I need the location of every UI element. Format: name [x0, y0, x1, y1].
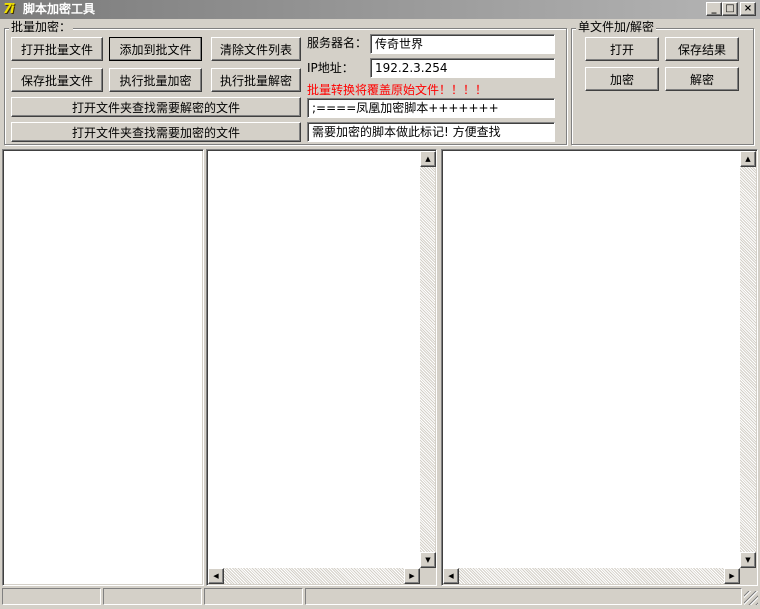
status-pane-2: [103, 588, 202, 605]
resize-grip-icon[interactable]: [744, 591, 758, 605]
arrow-down-icon: ▼: [745, 555, 751, 564]
status-pane-3: [204, 588, 303, 605]
server-name-label: 服务器名：: [307, 36, 368, 50]
clear-file-list-button[interactable]: 清除文件列表: [211, 37, 301, 61]
arrow-up-icon: ▲: [745, 154, 751, 163]
run-batch-encrypt-button[interactable]: 执行批量加密: [109, 68, 202, 92]
result-text-panel[interactable]: [441, 149, 758, 586]
result-scroll-left-button[interactable]: ◀: [443, 568, 459, 584]
arrow-left-icon: ◀: [448, 571, 454, 580]
status-pane-1: [2, 588, 101, 605]
result-horizontal-scrollbar[interactable]: [443, 568, 740, 584]
find-files-to-decrypt-button[interactable]: 打开文件夹查找需要解密的文件: [11, 97, 301, 117]
source-vertical-scrollbar[interactable]: [420, 151, 435, 568]
source-scroll-left-button[interactable]: ◀: [208, 568, 224, 584]
find-files-to-encrypt-button[interactable]: 打开文件夹查找需要加密的文件: [11, 122, 301, 142]
save-result-button[interactable]: 保存结果: [665, 37, 739, 61]
file-list-panel[interactable]: [2, 149, 204, 586]
close-button[interactable]: ×: [740, 2, 756, 16]
single-encrypt-button[interactable]: 加密: [585, 67, 659, 91]
result-scroll-right-button[interactable]: ▶: [724, 568, 740, 584]
result-scroll-corner: [740, 568, 756, 584]
source-scroll-right-button[interactable]: ▶: [404, 568, 420, 584]
title-bar[interactable]: [0, 0, 760, 19]
maximize-button[interactable]: □: [722, 2, 738, 16]
run-batch-decrypt-button[interactable]: 执行批量解密: [211, 68, 301, 92]
status-pane-4: [305, 588, 742, 605]
save-batch-file-button[interactable]: 保存批量文件: [11, 68, 103, 92]
window-title: 脚本加密工具: [23, 2, 96, 16]
ip-address-input[interactable]: 192.2.3.254: [370, 58, 555, 78]
source-horizontal-scrollbar[interactable]: [208, 568, 420, 584]
source-scroll-up-button[interactable]: ▲: [420, 151, 436, 167]
source-scroll-corner: [420, 568, 436, 584]
source-text-panel[interactable]: [206, 149, 437, 586]
arrow-right-icon: ▶: [409, 571, 415, 580]
server-name-input[interactable]: 传奇世界: [370, 34, 555, 54]
arrow-left-icon: ◀: [213, 571, 219, 580]
encrypt-marker-input[interactable]: ;====凤凰加密脚本+++++++: [307, 98, 555, 118]
ip-address-label: IP地址：: [307, 61, 354, 75]
arrow-right-icon: ▶: [729, 571, 735, 580]
result-vertical-scrollbar[interactable]: [740, 151, 756, 568]
single-open-button[interactable]: 打开: [585, 37, 659, 61]
app-icon: 7i: [3, 2, 15, 17]
add-to-batch-button[interactable]: 添加到批文件: [109, 37, 202, 61]
single-file-group-label: 单文件加/解密: [576, 20, 657, 34]
overwrite-warning: 批量转换将覆盖原始文件！！！！: [307, 83, 488, 97]
arrow-down-icon: ▼: [425, 555, 431, 564]
marker-hint-input[interactable]: 需要加密的脚本做此标记! 方便查找: [307, 122, 555, 142]
open-batch-file-button[interactable]: 打开批量文件: [11, 37, 103, 61]
arrow-up-icon: ▲: [425, 154, 431, 163]
result-scroll-up-button[interactable]: ▲: [740, 151, 756, 167]
minimize-button[interactable]: _: [706, 2, 722, 16]
single-decrypt-button[interactable]: 解密: [665, 67, 739, 91]
batch-group-label: 批量加密：: [9, 20, 74, 34]
result-scroll-down-button[interactable]: ▼: [740, 552, 756, 568]
source-scroll-down-button[interactable]: ▼: [420, 552, 436, 568]
